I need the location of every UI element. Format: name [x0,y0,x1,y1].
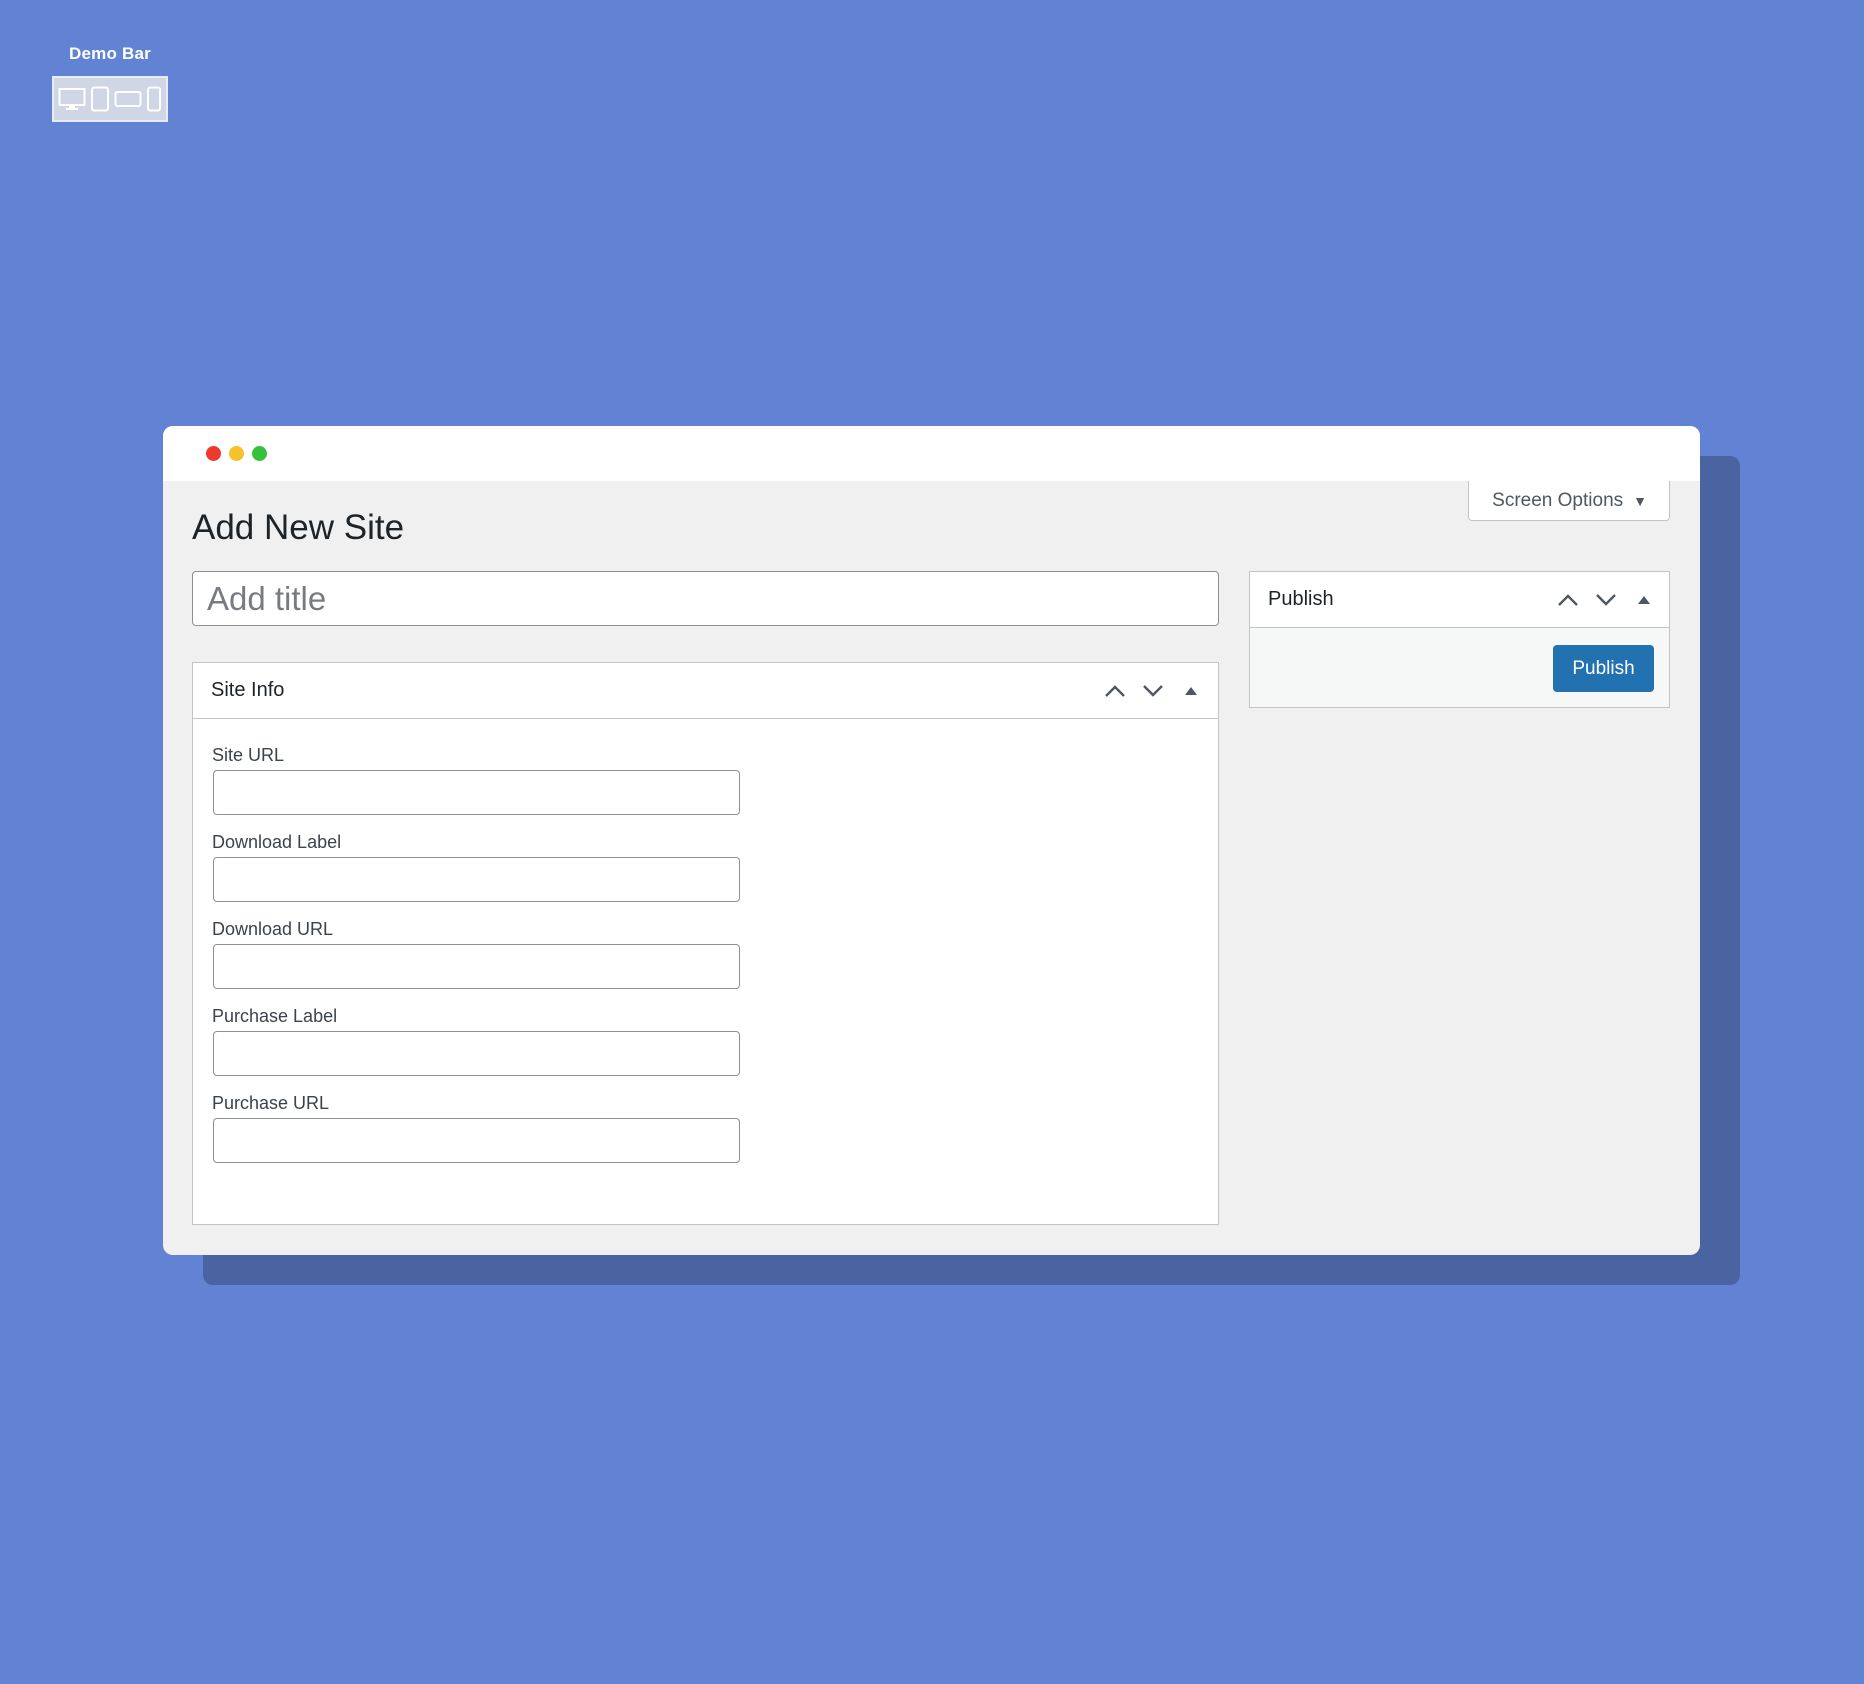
move-down-button[interactable] [1134,672,1172,710]
publish-header: Publish [1250,572,1669,628]
mobile-icon[interactable] [146,86,162,112]
site-info-header: Site Info [193,663,1218,719]
download-label-field: Download Label [212,832,1198,902]
minimize-window-dot[interactable] [229,446,244,461]
purchase-label-label: Purchase Label [212,1006,338,1026]
site-info-body: Site URL Download Label Download URL Pur… [193,719,1218,1163]
purchase-label-field: Purchase Label [212,1006,1198,1076]
toggle-panel-button[interactable] [1172,672,1210,710]
publish-button[interactable]: Publish [1553,645,1654,692]
chevron-up-icon [1105,684,1125,697]
site-info-box: Site Info Site URL Download Label Downlo… [192,662,1219,1225]
triangle-up-icon [1638,595,1650,604]
publish-toggle-panel-button[interactable] [1625,581,1663,619]
site-info-title: Site Info [211,679,285,701]
purchase-url-input[interactable] [213,1118,740,1163]
browser-window: Screen Options ▼ Add New Site Site Info … [163,426,1700,1255]
publish-actions: Publish [1250,628,1669,707]
close-window-dot[interactable] [206,446,221,461]
caret-down-icon: ▼ [1633,492,1647,509]
publish-title: Publish [1268,588,1334,610]
site-url-field: Site URL [212,745,1198,815]
page-title: Add New Site [192,508,405,547]
publish-move-up-button[interactable] [1549,581,1587,619]
maximize-window-dot[interactable] [252,446,267,461]
demo-bar-title: Demo Bar [69,44,151,63]
purchase-url-label: Purchase URL [212,1093,330,1113]
site-info-handle-actions [1096,663,1210,718]
demo-bar: Demo Bar [52,44,168,122]
purchase-url-field: Purchase URL [212,1093,1198,1163]
screen-options-label: Screen Options [1492,489,1624,511]
site-url-label: Site URL [212,745,285,765]
chevron-up-icon [1558,593,1578,606]
screen-options-button[interactable]: Screen Options ▼ [1468,481,1670,521]
publish-box: Publish Publish [1249,571,1670,708]
desktop-icon[interactable] [58,87,86,111]
publish-move-down-button[interactable] [1587,581,1625,619]
purchase-label-input[interactable] [213,1031,740,1076]
download-label-input[interactable] [213,857,740,902]
chevron-down-icon [1143,684,1163,697]
download-url-label: Download URL [212,919,334,939]
window-titlebar [163,426,1700,481]
triangle-up-icon [1185,686,1197,695]
chevron-down-icon [1596,593,1616,606]
publish-handle-actions [1549,572,1663,627]
title-input[interactable] [192,571,1219,626]
download-url-field: Download URL [212,919,1198,989]
tablet-landscape-icon[interactable] [114,89,142,109]
site-url-input[interactable] [213,770,740,815]
download-url-input[interactable] [213,944,740,989]
move-up-button[interactable] [1096,672,1134,710]
download-label-label: Download Label [212,832,342,852]
tablet-portrait-icon[interactable] [90,86,110,112]
device-switcher [52,76,168,122]
